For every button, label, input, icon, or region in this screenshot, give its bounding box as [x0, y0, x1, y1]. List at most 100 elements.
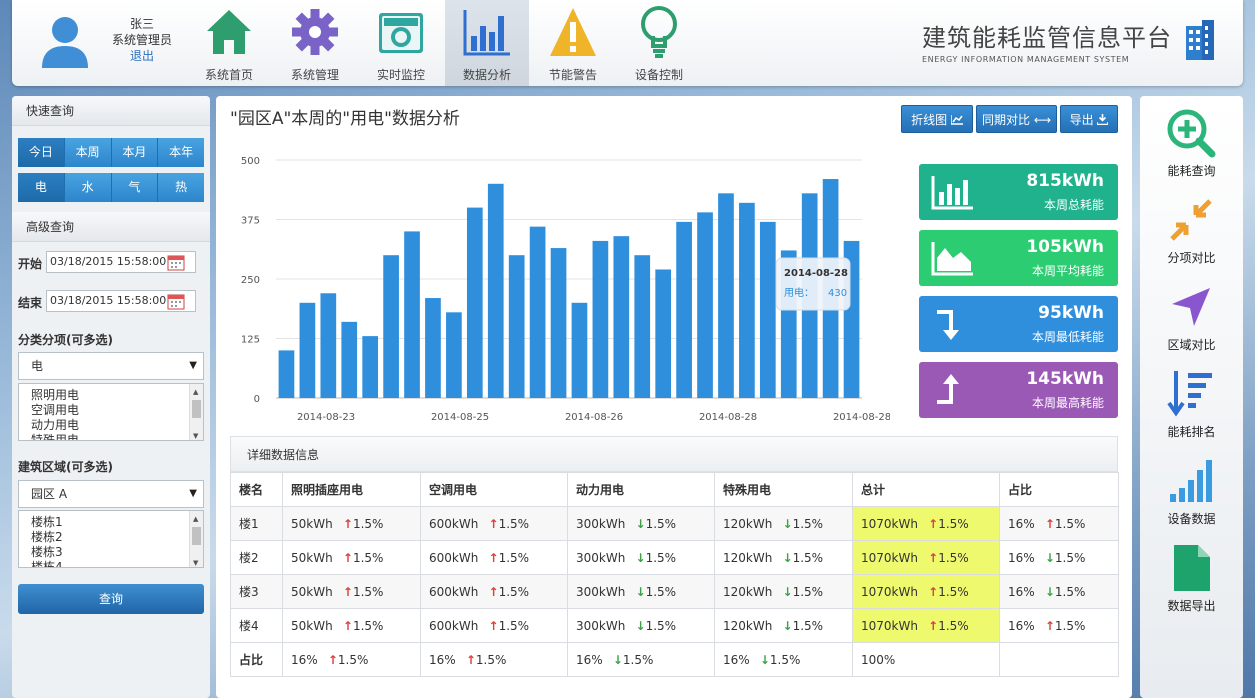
right-nav-data-export[interactable]: 数据导出 [1140, 539, 1243, 625]
arrow-up-icon: ↑ [461, 652, 476, 667]
period-today-button[interactable]: 今日 [18, 138, 65, 167]
right-nav-energy-query[interactable]: 能耗查询 [1140, 104, 1243, 190]
period-compare-button[interactable]: 同期对比 ⟷ [976, 105, 1057, 133]
table-row: 楼2 50kWh ↑1.5% 600kWh ↑1.5% 300kWh ↓1.5% 120… [230, 540, 1119, 575]
chart-bar [341, 321, 358, 398]
chart-bar [697, 212, 713, 398]
nav-home-label: 系统首页 [204, 68, 253, 82]
table-summary-row: 占比 16% ↑1.5% 16% ↑1.5% 16% ↓1.5% 16% ↓1.5% 10… [230, 642, 1119, 677]
right-nav: 能耗查询 分项对比 区域对比 能耗排名 设备数据 数据导出 [1140, 96, 1243, 698]
y-tick-label: 125 [241, 335, 260, 346]
zoom-in-icon [1167, 109, 1216, 158]
bar-chart-icon [931, 176, 973, 210]
nav-realtime-monitor[interactable]: 实时监控 [359, 0, 443, 86]
listbox-scrollbar[interactable]: ▲ ▼ [189, 511, 203, 567]
list-item[interactable]: 动力用电 [31, 418, 203, 433]
arrow-down-icon: ↓ [608, 652, 623, 667]
table-cell: 300kWh ↓1.5% [567, 608, 715, 643]
cell-value: 16% [576, 652, 603, 667]
analysis-panel: "园区A"本周的"用电"数据分析 折线图 同期对比 ⟷ 导出 0 125 250 37… [216, 96, 1132, 698]
export-button[interactable]: 导出 [1060, 105, 1118, 133]
arrow-up-icon [937, 374, 959, 404]
cell-value: 600kWh [429, 516, 479, 531]
chart-bar [613, 236, 630, 398]
tooltip-series-label: 用电： [784, 286, 814, 299]
list-item[interactable]: 楼栋2 [31, 530, 203, 545]
nav-data-analysis[interactable]: 数据分析 [445, 0, 529, 86]
category-select-value: 电 [31, 359, 44, 373]
column-header: 楼名 [230, 472, 283, 507]
chart-bar [278, 350, 295, 398]
table-row: 楼4 50kWh ↑1.5% 600kWh ↑1.5% 300kWh ↓1.5% 120… [230, 608, 1119, 643]
list-item[interactable]: 楼栋3 [31, 545, 203, 560]
change-percent: 1.5% [352, 550, 384, 565]
cell-value: 1070kWh [861, 550, 918, 565]
nav-energy-warning[interactable]: 节能警告 [531, 0, 615, 86]
type-heat-button[interactable]: 热 [158, 173, 204, 202]
building-logo-icon [1186, 20, 1214, 60]
list-item[interactable]: 特殊用电 [31, 433, 203, 440]
type-water-button[interactable]: 水 [64, 173, 112, 202]
bar-chart-icon [463, 10, 510, 56]
right-nav-device-data[interactable]: 设备数据 [1140, 452, 1243, 538]
list-item[interactable]: 楼栋4 [31, 560, 203, 567]
nav-device-control[interactable]: 设备控制 [617, 0, 701, 86]
scroll-up-icon[interactable]: ▲ [193, 512, 198, 527]
category-select[interactable]: 电 ▼ [18, 352, 204, 380]
cell-value: 16% [723, 652, 750, 667]
list-item[interactable]: 空调用电 [31, 403, 203, 418]
arrow-up-icon: ↑ [484, 618, 499, 633]
chart-bar [592, 240, 609, 398]
chart-bar [655, 269, 672, 398]
caret-down-icon: ▼ [189, 488, 197, 499]
caret-down-icon: ▼ [189, 360, 197, 371]
calendar-icon[interactable] [167, 292, 185, 310]
chart-bar [466, 207, 483, 398]
period-month-button[interactable]: 本月 [111, 138, 159, 167]
table-cell: 50kWh ↑1.5% [282, 506, 421, 541]
x-tick-label: 2014-08-23 [297, 412, 355, 423]
category-listbox[interactable]: 照明用电 空调用电 动力用电 特殊用电 ▲ ▼ [18, 383, 204, 441]
area-listbox[interactable]: 楼栋1 楼栋2 楼栋3 楼栋4 ▲ ▼ [18, 510, 204, 568]
nav-home[interactable]: 系统首页 [187, 0, 271, 86]
stat-label: 本周最低耗能 [1031, 330, 1104, 344]
query-button[interactable]: 查询 [18, 584, 204, 614]
arrow-down-icon: ↓ [778, 516, 793, 531]
nav-system-manage[interactable]: 系统管理 [273, 0, 357, 86]
calendar-icon[interactable] [167, 253, 185, 271]
scroll-up-icon[interactable]: ▲ [193, 385, 198, 400]
right-nav-area-compare[interactable]: 区域对比 [1140, 278, 1243, 364]
chart-bar [320, 293, 337, 398]
change-percent: 1.5% [352, 516, 384, 531]
right-nav-ranking[interactable]: 能耗排名 [1140, 365, 1243, 451]
line-chart-button[interactable]: 折线图 [901, 105, 973, 133]
table-cell: 600kWh ↑1.5% [420, 608, 568, 643]
period-week-button[interactable]: 本周 [64, 138, 112, 167]
table-cell: 1070kWh ↑1.5% [852, 574, 1000, 609]
right-nav-item-compare[interactable]: 分项对比 [1140, 191, 1243, 277]
type-electric-button[interactable]: 电 [18, 173, 65, 202]
table-cell: 100% [852, 642, 1000, 677]
area-select[interactable]: 园区 A ▼ [18, 480, 204, 508]
home-icon [207, 10, 251, 54]
brand: 建筑能耗监管信息平台 ENERGY INFORMATION MANAGEMENT… [922, 18, 1182, 64]
period-year-button[interactable]: 本年 [158, 138, 204, 167]
cell-value: 300kWh [576, 618, 626, 633]
category-label: 分类分项(可多选) [18, 333, 113, 347]
list-item[interactable]: 照明用电 [31, 388, 203, 403]
listbox-scrollbar[interactable]: ▲ ▼ [189, 384, 203, 440]
scrollbar-thumb[interactable] [192, 400, 201, 418]
warning-icon [550, 8, 596, 56]
scrollbar-thumb[interactable] [192, 527, 201, 545]
logout-link[interactable]: 退出 [92, 48, 192, 64]
type-gas-button[interactable]: 气 [111, 173, 159, 202]
stat-value: 105kWh [1026, 237, 1104, 257]
sort-ranking-icon [1167, 371, 1212, 417]
cell-value: 50kWh [291, 584, 333, 599]
table-row: 楼1 50kWh ↑1.5% 600kWh ↑1.5% 300kWh ↓1.5% 120… [230, 506, 1119, 541]
list-item[interactable]: 楼栋1 [31, 515, 203, 530]
scroll-down-icon[interactable]: ▼ [193, 556, 198, 567]
cell-value: 16% [291, 652, 318, 667]
scroll-down-icon[interactable]: ▼ [193, 429, 198, 440]
stat-card-total: 815kWh 本周总耗能 [919, 164, 1118, 220]
